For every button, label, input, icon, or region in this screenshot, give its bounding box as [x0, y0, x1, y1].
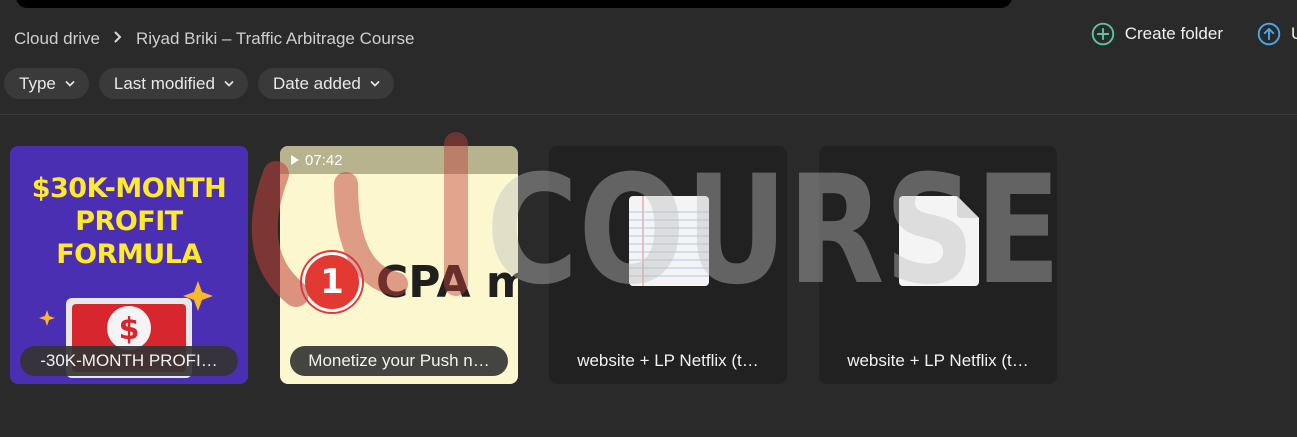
filter-date-added[interactable]: Date added	[257, 68, 394, 99]
filter-last-modified-label: Last modified	[113, 73, 215, 93]
file-card[interactable]: 07:42 1 CPA m Monetize your Push n…	[280, 146, 518, 384]
filter-type[interactable]: Type	[4, 68, 89, 99]
plus-circle-icon	[1091, 22, 1115, 46]
file-name-pill: website + LP Netflix (t…	[829, 346, 1047, 376]
chevron-down-icon	[370, 80, 380, 87]
create-folder-button[interactable]: Create folder	[1091, 22, 1223, 46]
play-icon	[291, 155, 299, 165]
upload-arrow-icon	[1257, 22, 1281, 46]
thumbnail-number-badge: 1	[302, 252, 362, 312]
file-card[interactable]: website + LP Netflix (t…	[819, 146, 1057, 384]
svg-text:$: $	[119, 312, 140, 347]
top-search-bar[interactable]	[16, 0, 1012, 8]
upload-button[interactable]: U	[1257, 22, 1297, 46]
filter-last-modified[interactable]: Last modified	[98, 68, 248, 99]
file-name-pill: -30K-MONTH PROFI…	[20, 346, 238, 376]
file-name: Monetize your Push n…	[308, 351, 490, 370]
blank-document-icon	[899, 196, 979, 286]
file-name: website + LP Netflix (t…	[577, 351, 759, 370]
upload-label: U	[1291, 24, 1297, 44]
chevron-down-icon	[65, 80, 75, 87]
breadcrumb-root[interactable]: Cloud drive	[14, 29, 100, 49]
video-duration: 07:42	[305, 151, 343, 169]
file-name-pill: website + LP Netflix (t…	[559, 346, 777, 376]
file-card[interactable]: $30K-MONTH PROFIT FORMULA $ -30K-MONTH P…	[10, 146, 248, 384]
chevron-right-icon	[114, 30, 122, 48]
toolbar-divider	[0, 114, 1297, 115]
filter-date-added-label: Date added	[272, 73, 361, 93]
filter-type-label: Type	[19, 73, 56, 93]
file-name: -30K-MONTH PROFI…	[40, 351, 218, 370]
lined-document-icon	[629, 196, 709, 286]
thumbnail-image: 1 CPA m	[302, 252, 518, 312]
file-name: website + LP Netflix (t…	[847, 351, 1029, 370]
create-folder-label: Create folder	[1124, 24, 1223, 43]
chevron-down-icon	[224, 80, 234, 87]
breadcrumb-current: Riyad Briki – Traffic Arbitrage Course	[136, 29, 415, 48]
video-duration-bar: 07:42	[280, 146, 518, 174]
file-card[interactable]: website + LP Netflix (t…	[549, 146, 787, 384]
file-name-pill: Monetize your Push n…	[290, 346, 508, 376]
breadcrumb: Cloud drive Riyad Briki – Traffic Arbitr…	[14, 28, 414, 50]
thumbnail-title-text: CPA m	[376, 256, 518, 308]
